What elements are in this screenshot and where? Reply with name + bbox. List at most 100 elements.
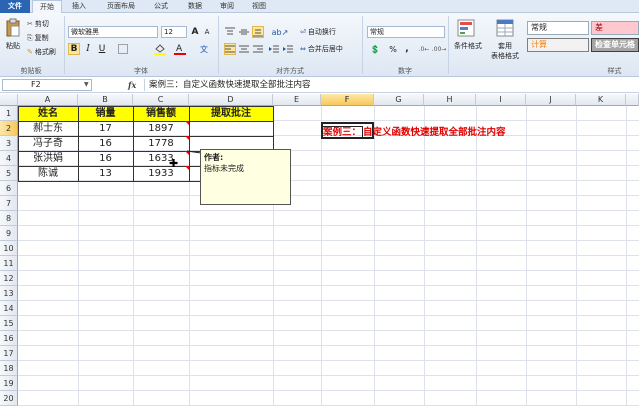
- comma-button[interactable]: ,: [401, 43, 413, 55]
- row-header-3[interactable]: 3: [0, 136, 18, 151]
- row-header-17[interactable]: 17: [0, 346, 18, 361]
- comment-indicator[interactable]: [185, 136, 189, 140]
- align-top-icon[interactable]: [224, 26, 236, 38]
- formula-input[interactable]: 案例三：自定义函数快速提取全部批注内容: [144, 79, 637, 91]
- col-header-i[interactable]: I: [476, 94, 526, 106]
- cut-button[interactable]: ✂ 剪切: [27, 19, 49, 29]
- col-header-l[interactable]: [626, 94, 639, 106]
- col-header-k[interactable]: K: [576, 94, 626, 106]
- col-header-c[interactable]: C: [133, 94, 189, 106]
- col-header-f[interactable]: F: [321, 94, 374, 106]
- cell-a4[interactable]: 张洪娟: [18, 151, 78, 166]
- fill-color-icon[interactable]: [152, 43, 168, 55]
- decrease-indent-icon[interactable]: [268, 43, 280, 55]
- row-header-8[interactable]: 8: [0, 211, 18, 226]
- row-header-5[interactable]: 5: [0, 166, 18, 181]
- row-header-18[interactable]: 18: [0, 361, 18, 376]
- cell-a3[interactable]: 冯子奇: [18, 136, 78, 151]
- align-bottom-icon[interactable]: [252, 26, 264, 38]
- row-header-2[interactable]: 2: [0, 121, 18, 136]
- bold-button[interactable]: B: [68, 43, 80, 55]
- row-header-7[interactable]: 7: [0, 196, 18, 211]
- font-name-combo[interactable]: 微软雅黑: [68, 26, 158, 38]
- tab-data[interactable]: 数据: [180, 0, 210, 13]
- merge-center-button[interactable]: ⇔ 合并后居中: [300, 43, 343, 55]
- underline-button[interactable]: U: [96, 43, 108, 55]
- tab-formulas[interactable]: 公式: [146, 0, 176, 13]
- increase-decimal-icon[interactable]: .0←: [417, 43, 431, 55]
- tab-file[interactable]: 文件: [0, 0, 30, 13]
- style-normal[interactable]: 常规: [527, 21, 589, 35]
- name-box[interactable]: F2: [2, 79, 92, 91]
- row-header-14[interactable]: 14: [0, 301, 18, 316]
- cell-c4[interactable]: 1633: [133, 151, 189, 166]
- cell-a2[interactable]: 郝士东: [18, 121, 78, 136]
- row-header-12[interactable]: 12: [0, 271, 18, 286]
- grow-font-button[interactable]: A: [190, 26, 200, 38]
- cell-b3[interactable]: 16: [78, 136, 133, 151]
- row-header-1[interactable]: 1: [0, 106, 18, 121]
- row-header-9[interactable]: 9: [0, 226, 18, 241]
- cell-b2[interactable]: 17: [78, 121, 133, 136]
- cell-c3[interactable]: 1778: [133, 136, 189, 151]
- col-header-e[interactable]: E: [273, 94, 321, 106]
- row-header-15[interactable]: 15: [0, 316, 18, 331]
- table-format-button[interactable]: 套用 表格格式: [488, 41, 522, 61]
- comment-popup[interactable]: 作者: 指标未完成: [200, 149, 291, 205]
- comment-indicator[interactable]: [185, 121, 189, 125]
- wrap-text-button[interactable]: ⏎ 自动换行: [300, 26, 336, 38]
- increase-indent-icon[interactable]: [282, 43, 294, 55]
- orientation-icon[interactable]: ab↗: [272, 26, 289, 38]
- col-header-j[interactable]: J: [526, 94, 576, 106]
- cell-c2[interactable]: 1897: [133, 121, 189, 136]
- cell-d1[interactable]: 提取批注: [189, 106, 273, 121]
- cell-c5[interactable]: 1933: [133, 166, 189, 181]
- row-header-11[interactable]: 11: [0, 256, 18, 271]
- align-left-icon[interactable]: [224, 43, 236, 55]
- italic-button[interactable]: I: [82, 43, 94, 55]
- row-header-19[interactable]: 19: [0, 376, 18, 391]
- paste-icon[interactable]: [4, 17, 22, 39]
- cell-a1[interactable]: 姓名: [18, 106, 78, 121]
- row-header-13[interactable]: 13: [0, 286, 18, 301]
- copy-button[interactable]: ⎘ 复制: [27, 33, 49, 43]
- select-all-corner[interactable]: [0, 94, 18, 106]
- col-header-h[interactable]: H: [424, 94, 476, 106]
- align-middle-icon[interactable]: [238, 26, 250, 38]
- font-color-icon[interactable]: A: [172, 43, 188, 55]
- format-painter-button[interactable]: ✎ 格式刷: [27, 47, 56, 57]
- col-header-b[interactable]: B: [78, 94, 133, 106]
- style-calculation[interactable]: 计算: [527, 38, 589, 52]
- paste-button[interactable]: 粘贴: [3, 41, 23, 51]
- col-header-g[interactable]: G: [374, 94, 424, 106]
- comment-indicator[interactable]: [185, 166, 189, 170]
- tab-page-layout[interactable]: 页面布局: [98, 0, 144, 13]
- currency-icon[interactable]: 💲: [367, 43, 383, 55]
- tab-view[interactable]: 视图: [244, 0, 274, 13]
- decrease-decimal-icon[interactable]: .00→: [432, 43, 447, 55]
- border-icon[interactable]: [115, 43, 131, 55]
- row-header-6[interactable]: 6: [0, 181, 18, 196]
- name-box-dropdown-icon[interactable]: ▼: [84, 80, 92, 90]
- insert-function-button[interactable]: fx: [128, 79, 142, 91]
- cell-b4[interactable]: 16: [78, 151, 133, 166]
- cell-a5[interactable]: 陈诚: [18, 166, 78, 181]
- font-size-combo[interactable]: 12: [161, 26, 187, 38]
- col-header-a[interactable]: A: [18, 94, 78, 106]
- row-header-10[interactable]: 10: [0, 241, 18, 256]
- worksheet-grid[interactable]: A B C D E F G H I J K 1 2 3 4 5 6 7 8 9 10 11 12 13 1…: [0, 94, 639, 406]
- style-bad[interactable]: 差: [591, 21, 639, 35]
- style-check-cell[interactable]: 检查单元格: [591, 38, 639, 52]
- shrink-font-button[interactable]: A: [202, 26, 212, 38]
- align-right-icon[interactable]: [252, 43, 264, 55]
- conditional-format-button[interactable]: 条件格式: [451, 41, 485, 51]
- row-header-16[interactable]: 16: [0, 331, 18, 346]
- table-format-icon[interactable]: [494, 17, 516, 39]
- tab-review[interactable]: 审阅: [212, 0, 242, 13]
- row-header-4[interactable]: 4: [0, 151, 18, 166]
- col-header-d[interactable]: D: [189, 94, 273, 106]
- percent-button[interactable]: %: [387, 43, 399, 55]
- align-center-icon[interactable]: [238, 43, 250, 55]
- cell-c1[interactable]: 销售额: [133, 106, 189, 121]
- row-header-20[interactable]: 20: [0, 391, 18, 406]
